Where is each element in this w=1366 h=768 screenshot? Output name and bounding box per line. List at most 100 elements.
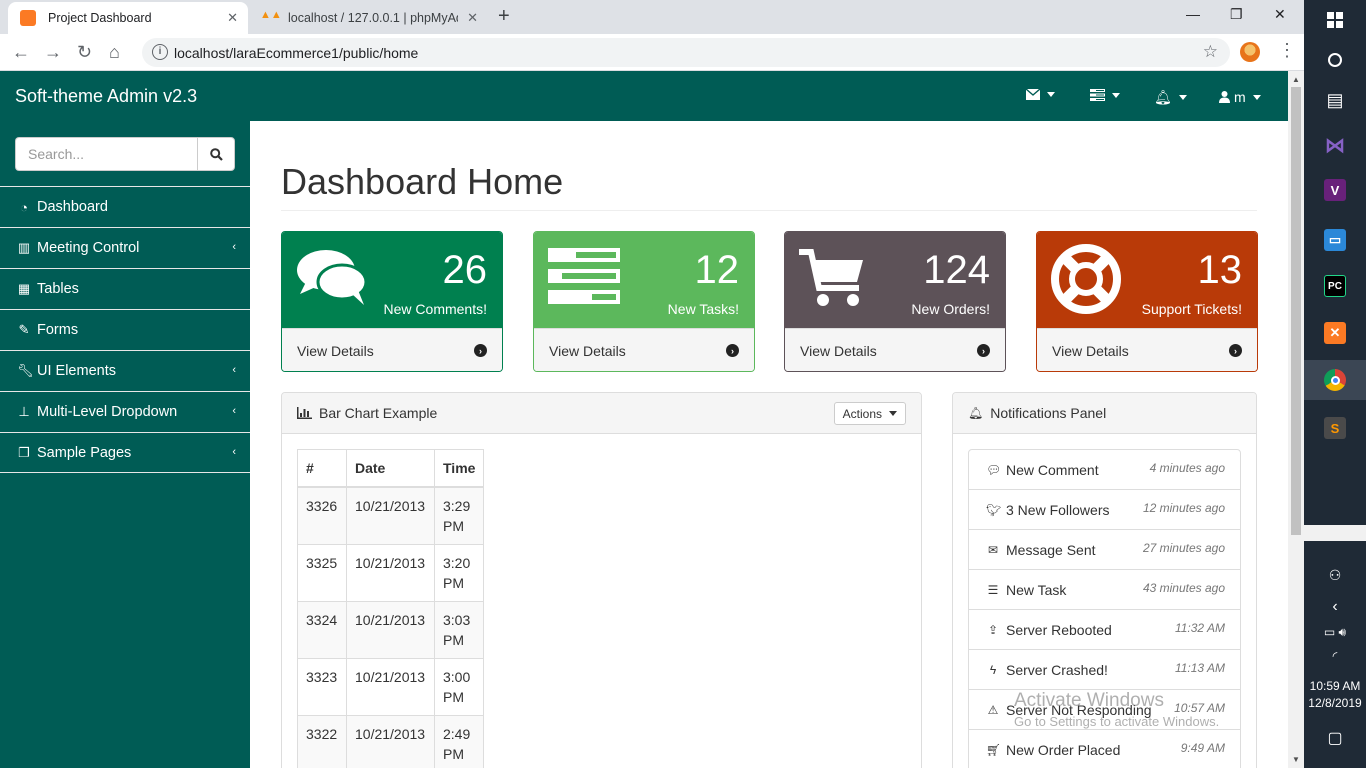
- comment-icon: 💬︎: [986, 462, 1002, 477]
- close-window-icon[interactable]: ✕: [1274, 6, 1286, 23]
- search-button[interactable]: [197, 137, 235, 171]
- notif-label: New Order Placed: [1006, 741, 1121, 758]
- chrome-icon[interactable]: [1304, 360, 1366, 400]
- xampp-icon[interactable]: ✕: [1304, 313, 1366, 353]
- sublime-text-icon[interactable]: S: [1304, 408, 1366, 448]
- search-input[interactable]: [15, 137, 197, 171]
- list-item[interactable]: ⚠ Server Not Responding 10:57 AM: [968, 689, 1241, 730]
- bell-icon: 🔔︎: [968, 406, 984, 420]
- browser-chrome: Project Dashboard ✕ ▲▲ localhost / 127.0…: [0, 0, 1304, 71]
- panel-title: Bar Chart Example: [319, 405, 438, 421]
- notif-label: 3 New Followers: [1006, 501, 1110, 518]
- reload-icon[interactable]: ↻: [77, 42, 92, 63]
- edit-icon: ✎: [18, 322, 30, 337]
- sidebar-item-dashboard[interactable]: ◔ Dashboard: [0, 186, 250, 227]
- list-item[interactable]: ✉ Message Sent 27 minutes ago: [968, 529, 1241, 570]
- notif-time: 11:13 AM: [1174, 661, 1225, 675]
- notif-time: 27 minutes ago: [1142, 541, 1225, 555]
- visual-studio-icon[interactable]: ⋈: [1304, 125, 1366, 165]
- notif-label: New Task: [1006, 581, 1067, 598]
- list-item[interactable]: ϟ Server Crashed! 11:13 AM: [968, 649, 1241, 690]
- tab-phpmyadmin[interactable]: ▲▲ localhost / 127.0.0.1 | phpMyAdm ✕: [248, 2, 488, 34]
- home-icon[interactable]: ⌂: [109, 42, 120, 63]
- arrow-circle-right-icon: ›: [977, 344, 990, 357]
- minimize-icon[interactable]: —: [1186, 6, 1200, 22]
- forward-icon[interactable]: →: [44, 42, 62, 63]
- chevron-left-icon: ‹: [232, 241, 236, 253]
- cell-date: 10/21/2013: [346, 714, 435, 768]
- cell-time: 3:00 PM: [433, 657, 485, 716]
- list-item[interactable]: ⇪ Server Rebooted 11:32 AM: [968, 609, 1241, 650]
- restore-icon[interactable]: ❐: [1230, 6, 1243, 23]
- back-icon[interactable]: ←: [12, 42, 30, 63]
- cell-time: 3:29 PM: [433, 486, 485, 545]
- cell-id: 3326: [297, 486, 347, 545]
- table-row: 3326 10/21/2013 3:29 PM: [297, 486, 485, 545]
- sidebar-item-meeting-control[interactable]: ▥ Meeting Control ‹: [0, 227, 250, 268]
- card-footer-label: View Details: [1052, 342, 1129, 359]
- remote-desktop-icon[interactable]: ▭: [1304, 220, 1366, 260]
- taskbar-clock[interactable]: 10:59 AM 12/8/2019: [1304, 678, 1366, 712]
- new-tab-button[interactable]: +: [498, 5, 510, 28]
- bar-chart-panel: Bar Chart Example Actions # Date Time 33…: [281, 392, 922, 768]
- table-row: 3322 10/21/2013 2:49 PM: [297, 714, 485, 768]
- user-dropdown[interactable]: m: [1219, 89, 1261, 105]
- sidebar-item-tables[interactable]: ▦ Tables: [0, 268, 250, 309]
- user-icon: [1219, 91, 1230, 103]
- alerts-dropdown[interactable]: 🔔︎: [1154, 89, 1187, 106]
- sidebar-item-sample-pages[interactable]: ❐ Sample Pages ‹: [0, 432, 250, 473]
- bookmark-star-icon[interactable]: ☆: [1203, 42, 1218, 62]
- page-scrollbar[interactable]: ▲ ▼: [1288, 71, 1304, 768]
- caret-icon: [1112, 92, 1120, 98]
- table-icon: ▦: [17, 281, 31, 296]
- sidebar-item-ui-elements[interactable]: 🔧︎ UI Elements ‹: [0, 350, 250, 391]
- messages-dropdown[interactable]: [1026, 89, 1055, 100]
- tasks-dropdown[interactable]: [1090, 89, 1120, 101]
- close-tab-icon[interactable]: ✕: [467, 10, 478, 26]
- card-count: 12: [694, 248, 740, 292]
- scrollbar-thumb[interactable]: [1291, 87, 1301, 535]
- profile-avatar[interactable]: [1240, 42, 1260, 62]
- view-details-link[interactable]: View Details ›: [534, 328, 754, 371]
- address-bar[interactable]: i localhost/laraEcommerce1/public/home ☆: [142, 38, 1230, 67]
- sidebar-item-forms[interactable]: ✎ Forms: [0, 309, 250, 350]
- page-title: Dashboard Home: [281, 161, 564, 202]
- scroll-up-icon[interactable]: ▲: [1292, 75, 1300, 84]
- vs-code-icon[interactable]: V: [1304, 170, 1366, 210]
- bar-chart-icon: [297, 407, 312, 419]
- menu-kebab-icon[interactable]: ⋮: [1278, 40, 1296, 61]
- view-details-link[interactable]: View Details ›: [785, 328, 1005, 371]
- shopping-cart-icon: [799, 249, 863, 306]
- close-tab-icon[interactable]: ✕: [227, 10, 238, 26]
- windows-start-icon[interactable]: [1304, 0, 1366, 40]
- top-navbar: Soft-theme Admin v2.3 🔔︎ m: [0, 71, 1288, 121]
- tab-project-dashboard[interactable]: Project Dashboard ✕: [8, 2, 248, 34]
- cell-id: 3323: [297, 657, 347, 716]
- card-footer-label: View Details: [297, 342, 374, 359]
- cortana-icon[interactable]: [1304, 40, 1366, 80]
- panel-heading: 🔔︎ Notifications Panel: [953, 393, 1256, 434]
- view-details-link[interactable]: View Details ›: [1037, 328, 1257, 371]
- list-item[interactable]: 🛒︎ New Order Placed 9:49 AM: [968, 729, 1241, 768]
- action-center-icon[interactable]: ▢: [1304, 718, 1366, 758]
- notif-time: 9:49 AM: [1180, 741, 1225, 755]
- card-count: 124: [923, 248, 990, 292]
- pycharm-icon[interactable]: PC: [1304, 266, 1366, 306]
- list-item[interactable]: 🐦︎ 3 New Followers 12 minutes ago: [968, 489, 1241, 530]
- wifi-icon[interactable]: ◜: [1304, 636, 1366, 676]
- sidebar-item-label: Forms: [37, 322, 79, 338]
- omnibar: ← → ↻ ⌂ i localhost/laraEcommerce1/publi…: [0, 34, 1304, 71]
- sidebar-item-multi-level-dropdown[interactable]: ⊥ Multi-Level Dropdown ‹: [0, 391, 250, 432]
- task-view-icon[interactable]: ▤: [1304, 80, 1366, 120]
- list-item[interactable]: 💬︎ New Comment 4 minutes ago: [968, 449, 1241, 490]
- clock-time: 10:59 AM: [1309, 679, 1361, 693]
- info-icon[interactable]: i: [152, 44, 168, 60]
- horizontal-scrollbar[interactable]: [1304, 525, 1366, 541]
- scroll-down-icon[interactable]: ▼: [1292, 755, 1300, 764]
- view-details-link[interactable]: View Details ›: [282, 328, 502, 371]
- list-item[interactable]: ☰ New Task 43 minutes ago: [968, 569, 1241, 610]
- card-head: 12 New Tasks!: [534, 232, 754, 328]
- orders-table: # Date Time 3326 10/21/2013 3:29 PM 3325…: [297, 449, 485, 768]
- brand-title[interactable]: Soft-theme Admin v2.3: [15, 86, 197, 107]
- actions-dropdown-button[interactable]: Actions: [833, 402, 906, 425]
